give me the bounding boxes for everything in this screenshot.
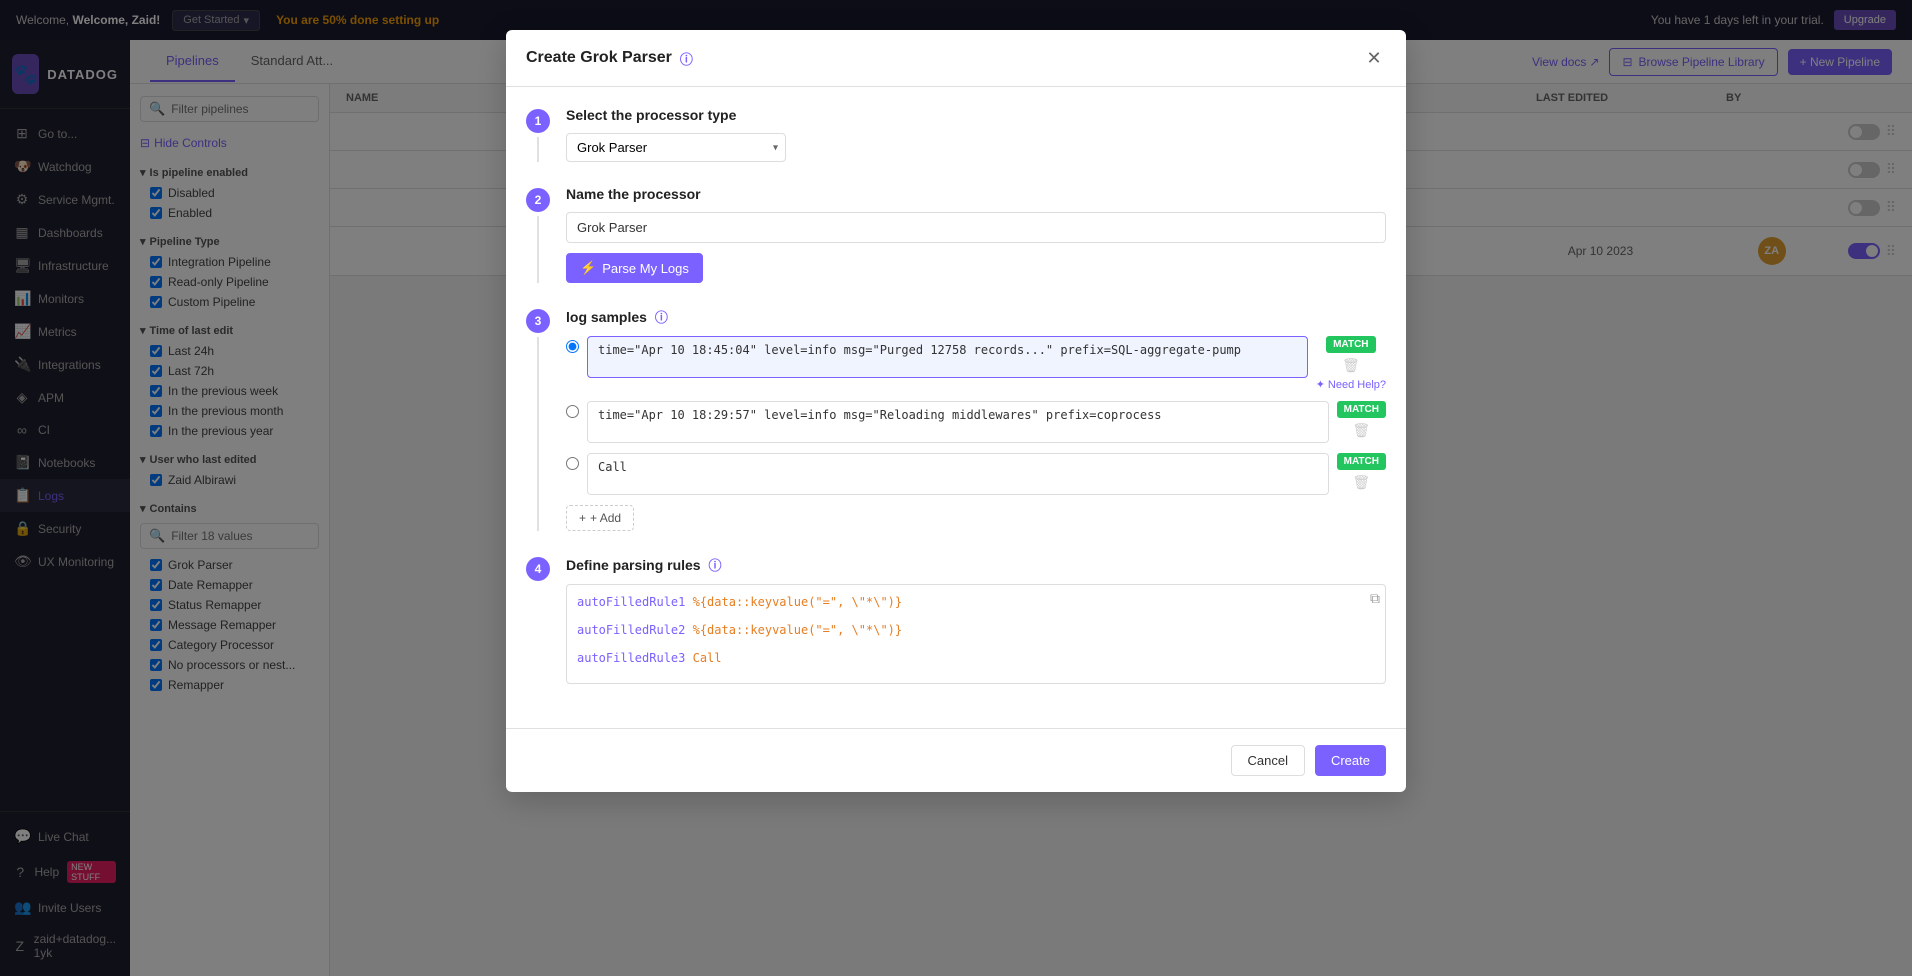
log-sample-radio-1[interactable] xyxy=(566,340,579,353)
log-sample-row-3: Call MATCH 🗑 xyxy=(566,453,1386,495)
log-sample-actions-1: MATCH 🗑 ✦ Need Help? xyxy=(1316,336,1386,391)
rule-line-3: autoFilledRule3 Call xyxy=(577,651,1375,665)
step-4-section: 4 Define parsing rules ⓘ autoFilledRule1… xyxy=(526,555,1386,684)
processor-name-input[interactable] xyxy=(566,212,1386,243)
copy-rules-icon[interactable]: ⧉ xyxy=(1370,590,1380,607)
log-sample-row-2: time="Apr 10 18:29:57" level=info msg="R… xyxy=(566,401,1386,443)
step-2-content: Name the processor ⚡ Parse My Logs xyxy=(566,186,1386,283)
parse-my-logs-button[interactable]: ⚡ Parse My Logs xyxy=(566,253,703,283)
delete-sample-2-icon[interactable]: 🗑 xyxy=(1352,422,1370,439)
delete-sample-3-icon[interactable]: 🗑 xyxy=(1352,474,1370,491)
match-badge-1: MATCH xyxy=(1326,336,1375,353)
modal-title: Create Grok Parser ⓘ xyxy=(526,49,693,68)
processor-type-select-wrapper: Grok Parser Date Remapper Status Remappe… xyxy=(566,133,786,162)
log-sample-input-1[interactable]: time="Apr 10 18:45:04" level=info msg="P… xyxy=(587,336,1308,378)
step-3-content: log samples ⓘ time="Apr 10 18:45:04" lev… xyxy=(566,307,1386,531)
modal-close-button[interactable]: ✕ xyxy=(1362,46,1386,70)
log-sample-radio-3[interactable] xyxy=(566,457,579,470)
step-3-number: 3 xyxy=(526,309,550,333)
step-4-number: 4 xyxy=(526,557,550,581)
wand-icon: ✦ xyxy=(1316,378,1325,391)
step-1-number: 1 xyxy=(526,109,550,133)
step-2-section: 2 Name the processor ⚡ Parse My Logs xyxy=(526,186,1386,283)
plus-icon: + xyxy=(579,511,586,525)
log-sample-actions-3: MATCH 🗑 xyxy=(1337,453,1386,491)
rule-line-2: autoFilledRule2 %{data::keyvalue("=", \"… xyxy=(577,623,1375,637)
match-badge-3: MATCH xyxy=(1337,453,1386,470)
match-badge-2: MATCH xyxy=(1337,401,1386,418)
step-2-number: 2 xyxy=(526,188,550,212)
step-1-content: Select the processor type Grok Parser Da… xyxy=(566,107,1386,162)
log-sample-radio-2[interactable] xyxy=(566,405,579,418)
add-sample-button[interactable]: + + Add xyxy=(566,505,634,531)
modal-body: 1 Select the processor type Grok Parser … xyxy=(506,87,1406,728)
step-4-content: Define parsing rules ⓘ autoFilledRule1 %… xyxy=(566,555,1386,684)
log-sample-actions-2: MATCH 🗑 xyxy=(1337,401,1386,439)
log-sample-input-3[interactable]: Call xyxy=(587,453,1329,495)
parsing-rules-help-icon[interactable]: ⓘ xyxy=(708,558,721,573)
step-3-label: log samples ⓘ xyxy=(566,307,1386,326)
step-1-section: 1 Select the processor type Grok Parser … xyxy=(526,107,1386,162)
modal-help-icon[interactable]: ⓘ xyxy=(680,49,693,68)
rule-line-1: autoFilledRule1 %{data::keyvalue("=", \"… xyxy=(577,595,1375,609)
delete-sample-1-icon[interactable]: 🗑 xyxy=(1342,357,1360,374)
rules-container: autoFilledRule1 %{data::keyvalue("=", \"… xyxy=(566,584,1386,684)
parse-icon: ⚡ xyxy=(580,260,596,276)
step-1-label: Select the processor type xyxy=(566,107,1386,123)
parsing-rules-textarea[interactable]: autoFilledRule1 %{data::keyvalue("=", \"… xyxy=(566,584,1386,684)
modal-header: Create Grok Parser ⓘ ✕ xyxy=(506,30,1406,87)
create-button[interactable]: Create xyxy=(1315,745,1386,776)
log-sample-input-2[interactable]: time="Apr 10 18:29:57" level=info msg="R… xyxy=(587,401,1329,443)
modal-overlay: Create Grok Parser ⓘ ✕ 1 Select the proc… xyxy=(0,0,1912,976)
step-2-label: Name the processor xyxy=(566,186,1386,202)
processor-type-select[interactable]: Grok Parser Date Remapper Status Remappe… xyxy=(566,133,786,162)
need-help-link[interactable]: ✦ Need Help? xyxy=(1316,378,1386,391)
cancel-button[interactable]: Cancel xyxy=(1231,745,1305,776)
step-3-section: 3 log samples ⓘ time="Apr 10 18:45:04" l… xyxy=(526,307,1386,531)
create-grok-parser-modal: Create Grok Parser ⓘ ✕ 1 Select the proc… xyxy=(506,30,1406,792)
step-4-label: Define parsing rules ⓘ xyxy=(566,555,1386,574)
log-sample-row-1: time="Apr 10 18:45:04" level=info msg="P… xyxy=(566,336,1386,391)
modal-footer: Cancel Create xyxy=(506,728,1406,792)
log-samples-help-icon[interactable]: ⓘ xyxy=(655,310,668,325)
